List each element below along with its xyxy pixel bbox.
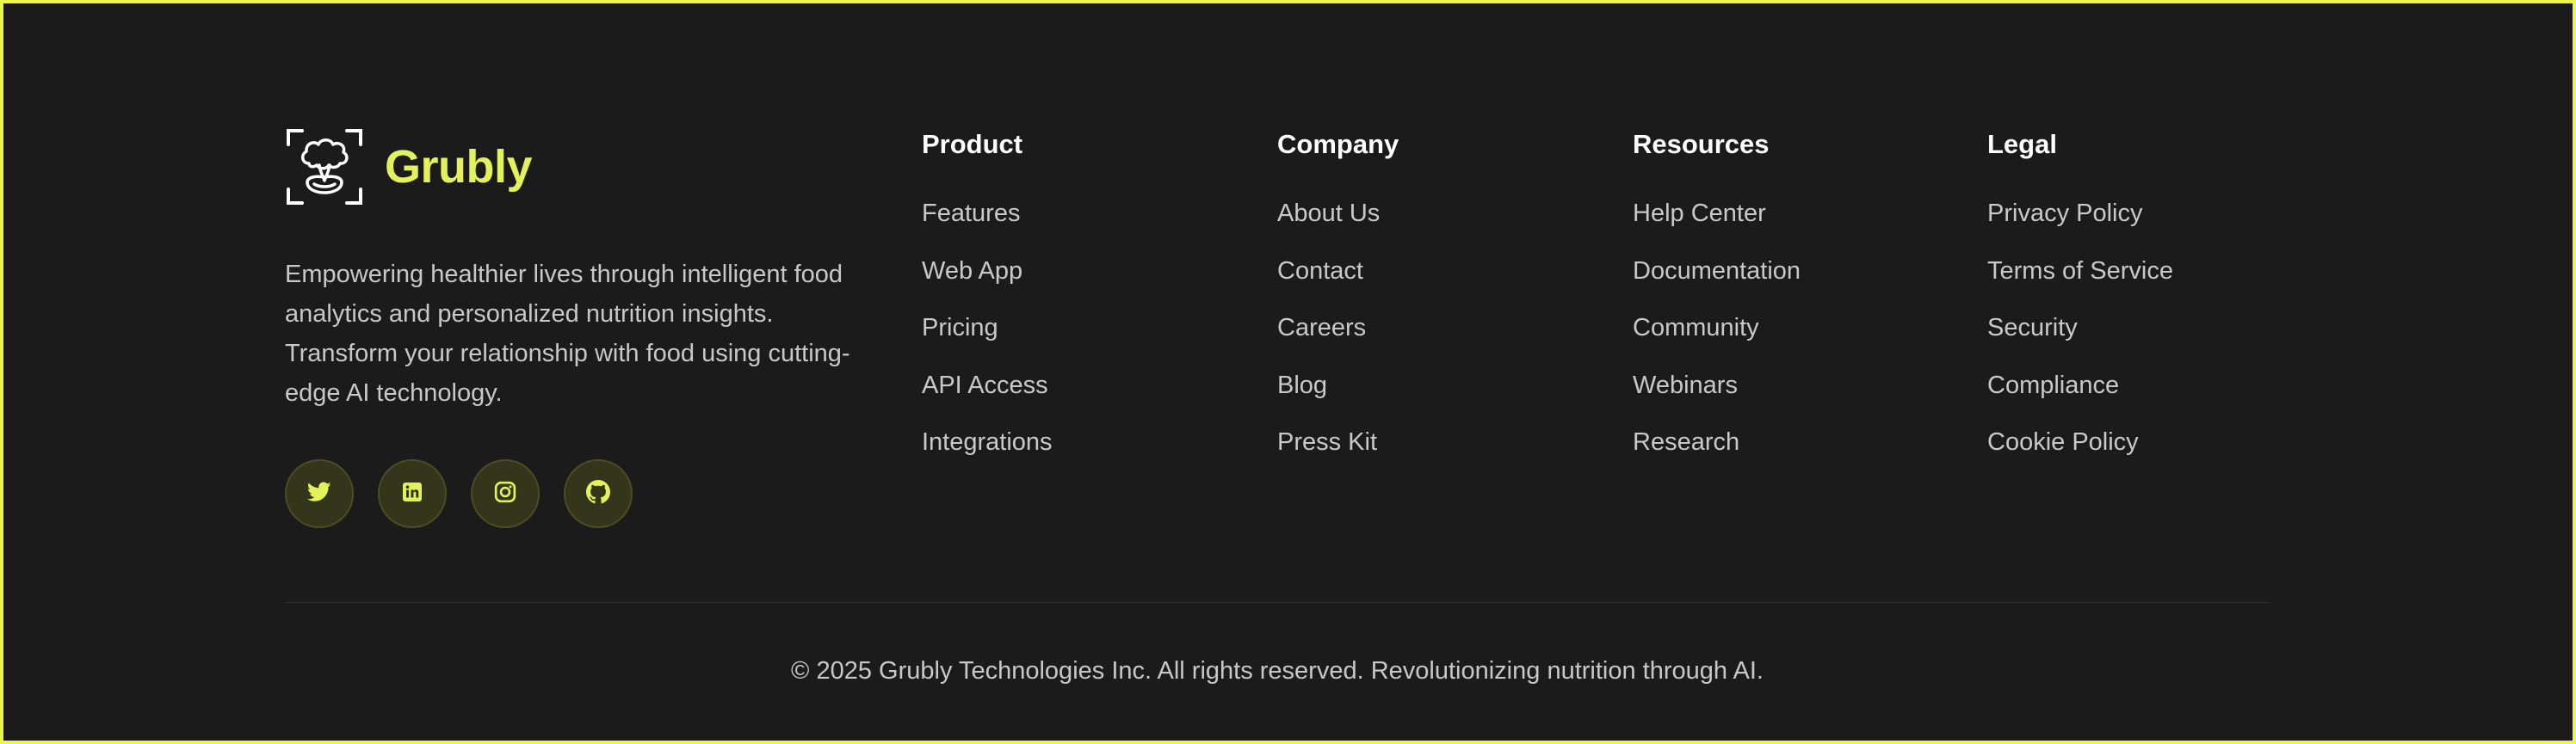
github-icon (586, 479, 610, 508)
link-about-us[interactable]: About Us (1277, 198, 1399, 229)
brand-tagline: Empowering healthier lives through intel… (285, 261, 850, 407)
product-column: Product Features Web App Pricing API Acc… (922, 127, 1053, 484)
link-blog[interactable]: Blog (1277, 370, 1399, 401)
company-column: Company About Us Contact Careers Blog Pr… (1277, 127, 1399, 484)
link-press-kit[interactable]: Press Kit (1277, 427, 1399, 458)
brain-scan-icon (285, 127, 364, 206)
github-button[interactable] (564, 459, 633, 528)
link-security[interactable]: Security (1987, 312, 2173, 343)
link-contact[interactable]: Contact (1277, 255, 1399, 286)
resources-column: Resources Help Center Documentation Comm… (1633, 127, 1801, 484)
social-links (285, 459, 633, 528)
twitter-button[interactable] (285, 459, 354, 528)
brand-name: Grubly (385, 141, 533, 193)
link-webinars[interactable]: Webinars (1633, 370, 1801, 401)
link-careers[interactable]: Careers (1277, 312, 1399, 343)
link-integrations[interactable]: Integrations (922, 427, 1053, 458)
link-documentation[interactable]: Documentation (1633, 255, 1801, 286)
linkedin-button[interactable] (378, 459, 447, 528)
resources-heading: Resources (1633, 129, 1770, 159)
link-cookie-policy[interactable]: Cookie Policy (1987, 427, 2173, 458)
link-terms-of-service[interactable]: Terms of Service (1987, 255, 2173, 286)
instagram-icon (494, 481, 516, 507)
link-privacy-policy[interactable]: Privacy Policy (1987, 198, 2173, 229)
link-compliance[interactable]: Compliance (1987, 370, 2173, 401)
linkedin-icon (402, 482, 423, 507)
legal-column: Legal Privacy Policy Terms of Service Se… (1987, 127, 2173, 484)
link-features[interactable]: Features (922, 198, 1053, 229)
link-api-access[interactable]: API Access (922, 370, 1053, 401)
copyright-text: © 2025 Grubly Technologies Inc. All righ… (791, 657, 1764, 685)
legal-heading: Legal (1987, 129, 2057, 159)
brand[interactable]: Grubly (285, 127, 533, 206)
footer-divider (285, 602, 2270, 603)
link-pricing[interactable]: Pricing (922, 312, 1053, 343)
link-web-app[interactable]: Web App (922, 255, 1053, 286)
twitter-icon (306, 481, 331, 507)
instagram-button[interactable] (471, 459, 540, 528)
footer-frame: Grubly Empowering healthier lives throug… (0, 0, 2576, 744)
link-research[interactable]: Research (1633, 427, 1801, 458)
link-community[interactable]: Community (1633, 312, 1801, 343)
product-heading: Product (922, 129, 1023, 159)
company-heading: Company (1277, 129, 1399, 159)
link-help-center[interactable]: Help Center (1633, 198, 1801, 229)
